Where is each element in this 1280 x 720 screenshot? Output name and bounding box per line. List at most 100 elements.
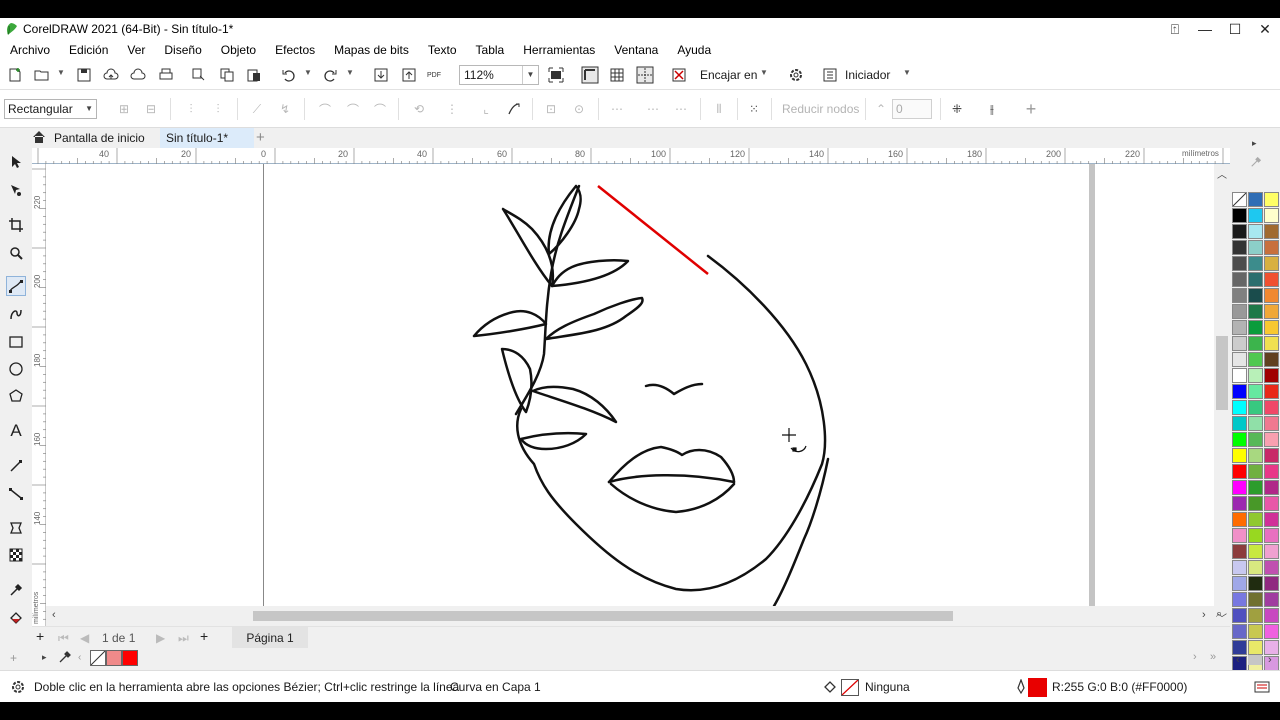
palette-swatch[interactable]: [1232, 400, 1247, 415]
first-page-icon[interactable]: ⏮: [58, 631, 69, 646]
menu-herramientas[interactable]: Herramientas: [523, 43, 595, 57]
palette-swatch[interactable]: [1264, 208, 1279, 223]
export-icon[interactable]: [400, 66, 418, 84]
align-nodes-icon[interactable]: ⊙: [570, 100, 588, 118]
cloud-download-icon[interactable]: [129, 66, 147, 84]
horizontal-scrollbar[interactable]: ‹ ›: [46, 606, 1214, 626]
palette-swatch[interactable]: [1232, 352, 1247, 367]
palette-swatch[interactable]: [1232, 560, 1247, 575]
palette-swatch[interactable]: [1264, 624, 1279, 639]
selection-grid-icon[interactable]: ⁜: [948, 100, 966, 118]
launcher-icon[interactable]: [821, 66, 839, 84]
to-curve-icon[interactable]: ↯: [276, 100, 294, 118]
cut-icon[interactable]: [190, 66, 208, 84]
palette-swatch[interactable]: [1248, 240, 1263, 255]
new-tab-button[interactable]: +: [250, 128, 271, 148]
node-options-icon[interactable]: ⁙: [745, 100, 763, 118]
palette-swatch[interactable]: [1248, 528, 1263, 543]
palette-swatch[interactable]: [1232, 336, 1247, 351]
palette-swatch[interactable]: [1264, 240, 1279, 255]
home-icon[interactable]: [32, 130, 46, 146]
redo-dropdown-icon[interactable]: ▼: [346, 68, 354, 77]
doc-color-swatch[interactable]: [122, 650, 138, 666]
palette-swatch[interactable]: [1232, 240, 1247, 255]
palette-swatch[interactable]: [1248, 352, 1263, 367]
publish-pdf-icon[interactable]: PDF: [426, 66, 444, 84]
palette-swatch[interactable]: [1232, 432, 1247, 447]
scroll-end-icon[interactable]: »: [1210, 651, 1216, 663]
palette-swatch[interactable]: [1248, 608, 1263, 623]
menu-ventana[interactable]: Ventana: [614, 43, 658, 57]
palette-swatch[interactable]: [1232, 224, 1247, 239]
palette-swatch[interactable]: [1264, 368, 1279, 383]
palette-swatch[interactable]: [1248, 592, 1263, 607]
zoom-tool-icon[interactable]: [6, 243, 26, 263]
zoom-corner-icon[interactable]: ⌕: [1216, 608, 1222, 621]
scroll-left-icon[interactable]: ‹: [52, 609, 56, 621]
add-page-before-icon[interactable]: +: [36, 628, 44, 644]
minimize-button[interactable]: —: [1190, 21, 1220, 37]
palette-swatch[interactable]: [1264, 304, 1279, 319]
menu-diseno[interactable]: Diseño: [164, 43, 201, 57]
envelope-tool-icon[interactable]: [6, 518, 26, 538]
scroll-right-icon[interactable]: ›: [1202, 609, 1206, 621]
outline-pen-icon[interactable]: [1014, 678, 1028, 698]
undo-icon[interactable]: [280, 66, 298, 84]
horizontal-ruler[interactable]: 40 20 0 20 40 60 80 100 120 140 160 180 …: [32, 148, 1230, 164]
show-grid-icon[interactable]: [608, 66, 626, 84]
ellipse-tool-icon[interactable]: [6, 359, 26, 379]
palette-swatch[interactable]: [1264, 336, 1279, 351]
new-document-icon[interactable]: [6, 66, 24, 84]
palette-swatch[interactable]: [1232, 288, 1247, 303]
launcher-label[interactable]: Iniciador: [845, 68, 890, 82]
rotate-nodes-icon[interactable]: ⊡: [542, 100, 560, 118]
dimension-tool-icon[interactable]: [6, 456, 26, 476]
palette-swatch[interactable]: [1248, 640, 1263, 655]
palette-swatch[interactable]: [1264, 544, 1279, 559]
color-management-icon[interactable]: [1254, 679, 1270, 698]
palette-swatch[interactable]: [1248, 208, 1263, 223]
palette-swatch[interactable]: [1248, 624, 1263, 639]
palette-swatch[interactable]: [1232, 624, 1247, 639]
add-page-after-icon[interactable]: +: [200, 628, 208, 644]
palette-swatch[interactable]: [1264, 400, 1279, 415]
menu-efectos[interactable]: Efectos: [275, 43, 315, 57]
print-icon[interactable]: [157, 66, 175, 84]
palette-scroll-thumb[interactable]: [1248, 655, 1262, 665]
palette-swatch[interactable]: [1248, 416, 1263, 431]
palette-swatch[interactable]: [1248, 576, 1263, 591]
previous-page-icon[interactable]: ◀: [80, 631, 89, 645]
page-tab-1[interactable]: Página 1: [232, 627, 308, 649]
palette-swatch[interactable]: [1264, 320, 1279, 335]
to-line-icon[interactable]: ⟋: [248, 100, 266, 118]
tool-settings-icon[interactable]: ⫲: [983, 100, 1001, 118]
palette-swatch[interactable]: [1248, 432, 1263, 447]
palette-menu-icon[interactable]: ▸: [1252, 138, 1257, 149]
palette-swatch[interactable]: [1248, 480, 1263, 495]
delete-node-icon[interactable]: ⊟: [142, 100, 160, 118]
extend-curve-icon[interactable]: ⋮: [443, 100, 461, 118]
open-folder-icon[interactable]: [33, 66, 51, 84]
outline-color-swatch[interactable]: [1028, 678, 1047, 697]
palette-swatch[interactable]: [1248, 400, 1263, 415]
palette-swatch[interactable]: [1264, 288, 1279, 303]
palette-swatch[interactable]: [1232, 368, 1247, 383]
open-dropdown-icon[interactable]: ▼: [57, 68, 65, 77]
fill-icon[interactable]: [823, 679, 839, 698]
next-page-icon[interactable]: ▶: [156, 631, 165, 645]
join-nodes-icon[interactable]: ⫶: [182, 100, 200, 118]
menu-ayuda[interactable]: Ayuda: [677, 43, 711, 57]
palette-swatch[interactable]: [1232, 576, 1247, 591]
menu-texto[interactable]: Texto: [428, 43, 457, 57]
paste-icon[interactable]: [245, 66, 263, 84]
palette-swatch[interactable]: [1232, 640, 1247, 655]
palette-menu-icon[interactable]: ▸: [42, 652, 47, 663]
menu-tabla[interactable]: Tabla: [476, 43, 505, 57]
eyedropper-icon[interactable]: [58, 650, 72, 667]
snap-to-dropdown-icon[interactable]: ▼: [760, 68, 768, 77]
menu-objeto[interactable]: Objeto: [221, 43, 256, 57]
import-icon[interactable]: [372, 66, 390, 84]
add-node-icon[interactable]: ⊞: [115, 100, 133, 118]
mirror-v-icon[interactable]: ⋯: [644, 100, 662, 118]
selection-mode-dropdown-icon[interactable]: ▼: [85, 100, 93, 118]
